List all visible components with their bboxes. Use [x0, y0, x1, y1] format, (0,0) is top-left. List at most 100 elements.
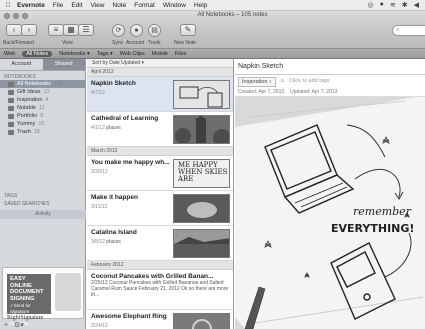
created-date: Created: Apr 7, 2013 — [238, 89, 285, 95]
sort-dropdown[interactable]: Sort by Date Updated ▾ — [87, 59, 233, 68]
forward-button[interactable]: › — [21, 24, 37, 36]
sidebar-item-gift-ideas[interactable]: Gift Ideas 12 — [0, 88, 85, 96]
note-thumbnail: ME HAPPY WHEN SKIES ARE — [173, 159, 230, 188]
filter-notebooks[interactable]: Notebooks ▾ — [59, 51, 90, 57]
window-title: All Notebooks – 105 notes — [197, 12, 268, 18]
menu-note[interactable]: Note — [109, 2, 131, 9]
note-item-catalina-island[interactable]: Catalina Island 3/8/12 places — [87, 226, 233, 261]
note-title: You make me happy wh... — [91, 159, 170, 166]
tags-input[interactable]: Click to add tags — [289, 75, 330, 87]
note-thumbnail — [173, 313, 230, 329]
settings-icon[interactable]: ⚙▾ — [14, 322, 24, 329]
updated-date: Updated: Apr 7, 2013 — [290, 89, 338, 95]
notebook-icon — [8, 89, 14, 95]
sidebar-item-inspiration[interactable]: Inspiration 4 — [0, 96, 85, 104]
note-date-value: 4/1/12 — [91, 125, 105, 131]
view-snippet-button[interactable]: ☰ — [78, 24, 94, 36]
note-title: Make it happen — [91, 194, 138, 201]
note-date: 3/8/12 places — [91, 239, 171, 245]
filter-web[interactable]: Web — [4, 51, 15, 57]
sketch-text-everything: EVERYTHING! — [331, 222, 414, 235]
note-item-elephant-ring[interactable]: Awesome Elephant Ring 2/24/12 — [87, 310, 233, 329]
ad-line-1: EASY ONLINE — [10, 276, 32, 289]
sidebar-item-portfolio[interactable]: Portfolio 8 — [0, 112, 85, 120]
note-title-field[interactable]: Napkin Sketch — [235, 59, 425, 75]
notebook-selector-label: Inspiration — [242, 78, 268, 85]
bluetooth-icon[interactable]: ✱ — [402, 1, 408, 9]
note-item-you-make-me-happy[interactable]: You make me happy wh... 3/20/12 ME HAPPY… — [87, 156, 233, 191]
note-thumbnail — [173, 115, 230, 144]
menu-edit[interactable]: Edit — [67, 2, 86, 9]
new-note-button[interactable]: ✎ — [180, 24, 196, 36]
tags-header[interactable]: Tags — [0, 193, 86, 199]
menu-view[interactable]: View — [87, 2, 109, 9]
filter-mobile[interactable]: Mobile — [152, 51, 168, 57]
menu-window[interactable]: Window — [159, 2, 190, 9]
menu-format[interactable]: Format — [130, 2, 159, 9]
note-snippet: 2/25/12 Coconut Pancakes with Grilled Ba… — [91, 280, 230, 298]
sidebar-item-count: 105 — [53, 81, 64, 87]
sidebar-item-count: 4 — [45, 97, 49, 103]
note-item-napkin-sketch[interactable]: Napkin Sketch 4/7/12 — [87, 77, 233, 112]
note-snippet: places — [106, 239, 121, 245]
advertisement[interactable]: EASY ONLINE DOCUMENT SIGNING ✓Send for S… — [2, 267, 84, 326]
filter-tags[interactable]: Tags ▾ — [97, 51, 113, 57]
saved-searches-header[interactable]: Saved Searches — [0, 201, 86, 207]
view-list-button[interactable]: ≡ — [48, 24, 64, 36]
activity-bar[interactable]: Activity — [0, 210, 86, 219]
sync-status-icon[interactable]: ◎ — [368, 1, 374, 9]
notebook-icon — [8, 97, 14, 103]
menu-evernote[interactable]: Evernote — [13, 2, 49, 9]
sidebar-item-count: 16 — [38, 121, 45, 127]
sidebar-item-yummy[interactable]: Yummy 16 — [0, 120, 85, 128]
back-button[interactable]: ‹ — [6, 24, 22, 36]
wifi-icon[interactable]: ≋ — [390, 1, 396, 9]
notebook-selector[interactable]: Inspiration ↕ — [238, 76, 276, 87]
account-label: Account — [126, 40, 145, 46]
note-item-coconut-pancakes[interactable]: Coconut Pancakes with Grilled Banan... 2… — [87, 270, 233, 310]
ad-pen-image — [55, 273, 81, 311]
note-item-make-it-happen[interactable]: Make it happen 3/11/12 — [87, 191, 233, 226]
sidebar-item-label: Inspiration — [17, 97, 43, 103]
note-date-value: 3/8/12 — [91, 239, 105, 245]
sidebar-item-label: All Notebooks — [17, 81, 51, 87]
filter-files[interactable]: Files — [175, 51, 187, 57]
sidebar-item-trash[interactable]: Trash 15 — [0, 128, 85, 136]
sidebar-item-count: 15 — [33, 129, 40, 135]
sidebar-item-all-notebooks[interactable]: All Notebooks 105 — [0, 80, 85, 88]
filter-bar: Web All Notes Notebooks ▾ Tags ▾ Web Cli… — [0, 49, 425, 59]
note-snippet-text: Coconut Pancakes with Grilled Bananas an… — [91, 280, 229, 298]
filter-web-clips[interactable]: Web Clips — [120, 51, 145, 57]
sync-button[interactable]: ⟳ — [112, 24, 125, 37]
tab-account[interactable]: Account — [0, 59, 43, 70]
ad-line-2: DOCUMENT — [10, 289, 44, 295]
add-icon[interactable]: + — [4, 322, 8, 329]
menu-help[interactable]: Help — [190, 2, 211, 9]
menu-file[interactable]: File — [49, 2, 67, 9]
catalina-thumb-image — [174, 230, 229, 257]
sidebar-item-notable[interactable]: Notable 11 — [0, 104, 85, 112]
sidebar-item-label: Trash — [17, 129, 31, 135]
apple-menu-icon[interactable]:  — [3, 2, 13, 9]
evernote-tray-icon[interactable]: ● — [380, 1, 384, 9]
filter-all-notes[interactable]: All Notes — [22, 50, 53, 57]
tag-icon: ⌂ — [280, 78, 284, 84]
tab-shared[interactable]: Shared — [42, 59, 85, 70]
month-header: March 2012 — [87, 147, 233, 156]
note-item-cathedral[interactable]: Cathedral of Learning 4/1/12 places — [87, 112, 233, 147]
sidebar-item-label: Yummy — [17, 121, 36, 127]
view-card-button[interactable]: ▦ — [63, 24, 79, 36]
trunk-button[interactable]: ▤ — [148, 24, 161, 37]
note-list: Sort by Date Updated ▾ April 2013 Napkin… — [87, 59, 234, 329]
sidebar-item-label: Notable — [17, 105, 36, 111]
note-title: Catalina Island — [91, 229, 137, 236]
sidebar-sections: Tags Saved Searches Activity — [0, 191, 86, 219]
search-input[interactable]: ⌕ — [392, 25, 425, 36]
volume-icon[interactable]: ◀ — [414, 1, 419, 9]
note-date-value: 3/20/12 — [91, 169, 108, 175]
account-button[interactable]: ● — [130, 24, 143, 37]
sidebar-item-count: 8 — [40, 113, 44, 119]
menu-bar:  Evernote File Edit View Note Format Wi… — [0, 0, 425, 11]
thumb-handwriting: ME HAPPY WHEN SKIES ARE — [178, 161, 228, 183]
back-forward-label: Back/Forward — [3, 40, 34, 46]
